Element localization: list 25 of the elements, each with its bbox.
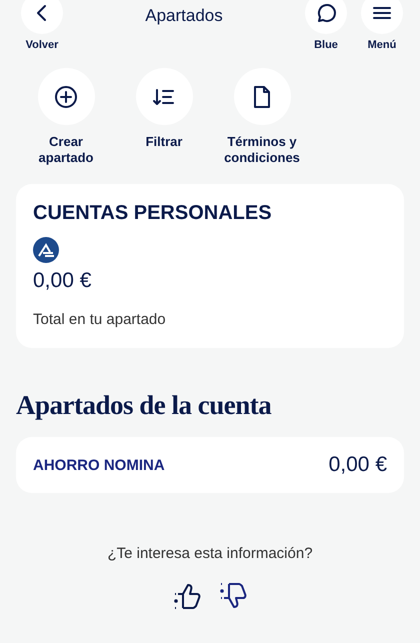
balance-amount: 0,00 € bbox=[33, 269, 92, 293]
header-action-label[interactable]: Blue bbox=[314, 39, 338, 51]
savings-amount: 0,00 € bbox=[328, 453, 387, 477]
plus-circle-icon bbox=[54, 84, 78, 108]
quick-action-label[interactable]: Filtrar bbox=[146, 134, 182, 150]
bank-logo-icon bbox=[33, 237, 59, 263]
chat-button[interactable] bbox=[305, 0, 347, 34]
thumbs-down-icon bbox=[218, 582, 248, 610]
quick-action-label[interactable]: Términos y condiciones bbox=[218, 134, 306, 166]
thumbs-up-icon bbox=[172, 582, 202, 610]
header-action-label[interactable]: Menú bbox=[368, 39, 396, 51]
savings-row[interactable]: AHORRO NOMINA 0,00 € bbox=[16, 437, 404, 493]
savings-name: AHORRO NOMINA bbox=[33, 456, 165, 474]
like-button[interactable] bbox=[172, 582, 202, 610]
menu-button[interactable] bbox=[361, 0, 403, 34]
card-title: CUENTAS PERSONALES bbox=[33, 202, 273, 225]
dislike-button[interactable] bbox=[218, 582, 248, 610]
quick-action-label[interactable]: Crear apartado bbox=[22, 134, 110, 166]
balance-caption: Total en tu apartado bbox=[33, 311, 167, 328]
feedback-question: ¿Te interesa esta información? bbox=[106, 545, 314, 562]
section-title: Apartados de la cuenta bbox=[16, 390, 272, 421]
back-button[interactable] bbox=[21, 0, 63, 34]
page-title: Apartados bbox=[144, 5, 224, 26]
back-label[interactable]: Volver bbox=[26, 39, 58, 51]
account-card[interactable]: CUENTAS PERSONALES 0,00 € Total en tu apartado bbox=[16, 184, 404, 348]
